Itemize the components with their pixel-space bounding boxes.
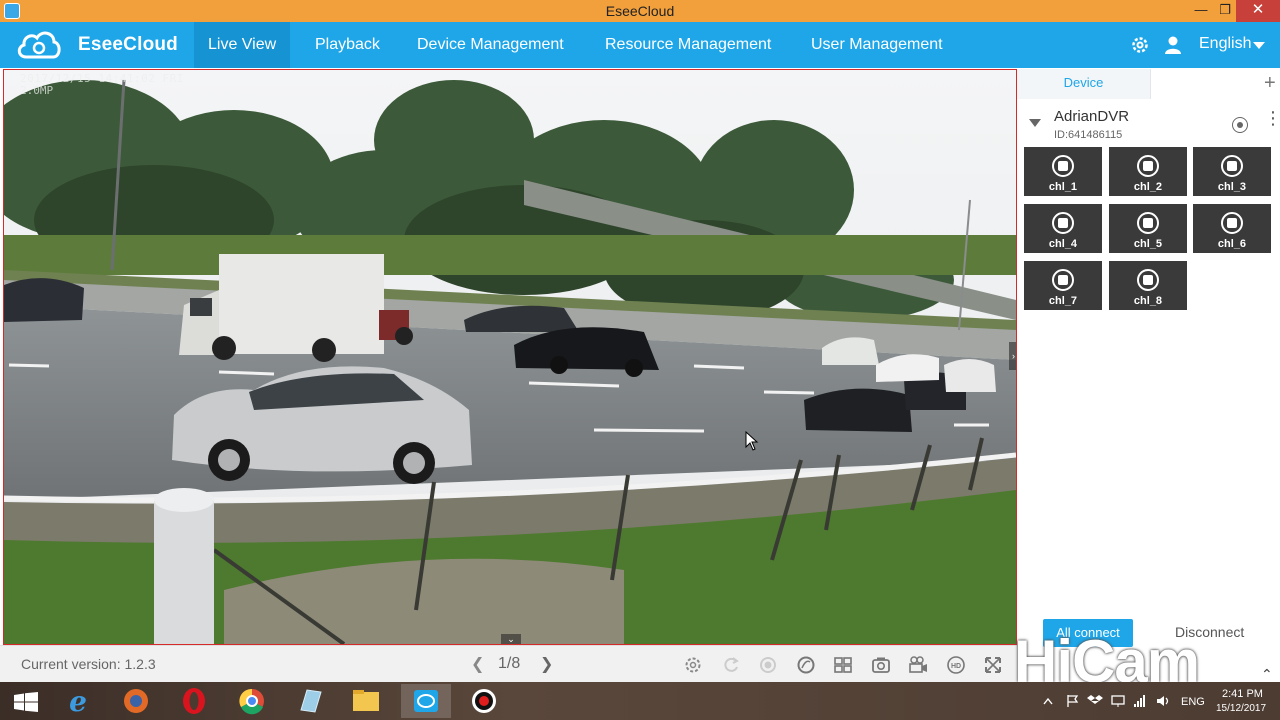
chrome-icon[interactable] bbox=[227, 684, 277, 718]
eseecloud-taskbar-icon[interactable] bbox=[401, 684, 451, 718]
more-options-icon[interactable]: ⋮ bbox=[1264, 109, 1280, 127]
record-icon bbox=[1052, 269, 1074, 291]
chevron-up-icon[interactable]: ⌃ bbox=[1261, 666, 1273, 683]
page-indicator: 1/8 bbox=[498, 655, 521, 672]
input-language[interactable]: ENG bbox=[1181, 696, 1205, 708]
channel-tile-3[interactable]: chl_3 bbox=[1193, 147, 1271, 196]
record-icon bbox=[1221, 212, 1243, 234]
video-feed bbox=[4, 70, 1016, 644]
page-prev-icon[interactable]: ❮ bbox=[471, 654, 484, 674]
display-icon[interactable] bbox=[1111, 694, 1125, 708]
notepad-icon[interactable] bbox=[285, 684, 335, 718]
window-title: EseeCloud bbox=[605, 3, 675, 19]
internet-explorer-icon[interactable]: e bbox=[53, 684, 103, 718]
record-icon bbox=[1137, 269, 1159, 291]
firefox-icon[interactable] bbox=[111, 684, 161, 718]
record-icon bbox=[1052, 212, 1074, 234]
record-icon bbox=[1137, 155, 1159, 177]
nav-playback[interactable]: Playback bbox=[301, 22, 394, 68]
collapse-panel-handle[interactable]: › bbox=[1009, 342, 1016, 370]
channel-tile-1[interactable]: chl_1 bbox=[1024, 147, 1102, 196]
language-select[interactable]: English bbox=[1199, 35, 1251, 53]
channel-tile-8[interactable]: chl_8 bbox=[1109, 261, 1187, 310]
channel-tile-2[interactable]: chl_2 bbox=[1109, 147, 1187, 196]
tray-expand-icon[interactable] bbox=[1043, 697, 1053, 705]
version-label: Current version: 1.2.3 bbox=[21, 656, 156, 672]
channel-label: chl_3 bbox=[1217, 181, 1247, 193]
nav-user-management[interactable]: User Management bbox=[797, 22, 957, 68]
channel-label: chl_8 bbox=[1133, 295, 1163, 307]
collapse-toolbar-handle[interactable]: ⌄ bbox=[501, 634, 521, 644]
split-screen-icon[interactable] bbox=[833, 655, 853, 675]
clock-time[interactable]: 2:41 PM bbox=[1222, 688, 1263, 700]
osd-resolution: 2.0MP bbox=[20, 84, 54, 97]
record-icon bbox=[1221, 155, 1243, 177]
video-record-icon[interactable] bbox=[908, 655, 928, 675]
app-window: EseeCloud — ❐ ✕ EseeCloud Live View Play… bbox=[0, 0, 1280, 720]
channel-label: chl_2 bbox=[1133, 181, 1163, 193]
mouse-cursor-icon bbox=[745, 431, 759, 451]
expand-icon[interactable] bbox=[983, 655, 1003, 675]
device-panel: Device + AdrianDVR ID:641486115 ⋮ chl_1 … bbox=[1017, 69, 1280, 682]
expand-arrow-icon[interactable] bbox=[1029, 119, 1041, 127]
clock-date[interactable]: 15/12/2017 bbox=[1216, 703, 1266, 714]
volume-icon[interactable] bbox=[1156, 694, 1172, 708]
flag-icon[interactable] bbox=[1066, 694, 1080, 708]
hd-icon[interactable]: HD bbox=[946, 655, 966, 675]
channel-tile-6[interactable]: chl_6 bbox=[1193, 204, 1271, 253]
user-icon[interactable] bbox=[1163, 35, 1183, 55]
nav-resource-management[interactable]: Resource Management bbox=[591, 22, 785, 68]
channel-tile-5[interactable]: chl_5 bbox=[1109, 204, 1187, 253]
device-id: ID:641486115 bbox=[1054, 129, 1123, 141]
opera-icon[interactable] bbox=[169, 684, 219, 718]
device-name[interactable]: AdrianDVR bbox=[1054, 108, 1129, 125]
record-icon[interactable] bbox=[758, 655, 778, 675]
settings-icon[interactable] bbox=[683, 655, 703, 675]
channel-label: chl_1 bbox=[1048, 181, 1078, 193]
channel-label: chl_5 bbox=[1133, 238, 1163, 250]
windows-start-icon[interactable] bbox=[14, 692, 38, 712]
fullscreen-circle-icon[interactable] bbox=[796, 655, 816, 675]
gear-icon[interactable] bbox=[1130, 35, 1150, 55]
channel-tile-4[interactable]: chl_4 bbox=[1024, 204, 1102, 253]
add-device-button[interactable]: + bbox=[1264, 72, 1276, 95]
svg-text:e: e bbox=[69, 685, 87, 718]
svg-text:HD: HD bbox=[951, 663, 961, 670]
live-video-view[interactable]: 2017/12/15 14:41:02 FRI 2.0MP › ⌄ bbox=[3, 69, 1017, 645]
bottom-toolbar: Current version: 1.2.3 ❮ 1/8 ❯ HD bbox=[0, 645, 1017, 682]
windows-taskbar: e ENG 2:41 PM 15/12/2017 bbox=[0, 682, 1280, 720]
channel-label: chl_7 bbox=[1048, 295, 1078, 307]
device-status-icon[interactable] bbox=[1232, 117, 1248, 133]
title-bar: EseeCloud — ❐ ✕ bbox=[0, 0, 1280, 22]
record-icon bbox=[1052, 155, 1074, 177]
network-icon[interactable] bbox=[1133, 694, 1147, 708]
nav-device-management[interactable]: Device Management bbox=[403, 22, 578, 68]
dropbox-icon[interactable] bbox=[1087, 694, 1103, 708]
brand-name: EseeCloud bbox=[78, 34, 178, 55]
record-icon bbox=[1137, 212, 1159, 234]
chevron-down-icon[interactable] bbox=[1253, 42, 1265, 49]
channel-label: chl_4 bbox=[1048, 238, 1078, 250]
file-explorer-icon[interactable] bbox=[341, 684, 391, 718]
snapshot-icon[interactable] bbox=[871, 655, 891, 675]
tab-device[interactable]: Device bbox=[1017, 69, 1150, 99]
channel-tile-7[interactable]: chl_7 bbox=[1024, 261, 1102, 310]
refresh-icon[interactable] bbox=[721, 655, 741, 675]
nav-live-view[interactable]: Live View bbox=[194, 22, 291, 68]
top-nav: EseeCloud Live View Playback Device Mana… bbox=[0, 22, 1280, 68]
tab-blank[interactable] bbox=[1150, 69, 1280, 99]
recorder-icon[interactable] bbox=[459, 684, 509, 718]
channel-label: chl_6 bbox=[1217, 238, 1247, 250]
close-button[interactable]: ✕ bbox=[1236, 0, 1280, 22]
panel-tabs: Device + bbox=[1017, 69, 1280, 99]
cloud-logo-icon bbox=[17, 31, 61, 59]
page-next-icon[interactable]: ❯ bbox=[540, 654, 553, 674]
